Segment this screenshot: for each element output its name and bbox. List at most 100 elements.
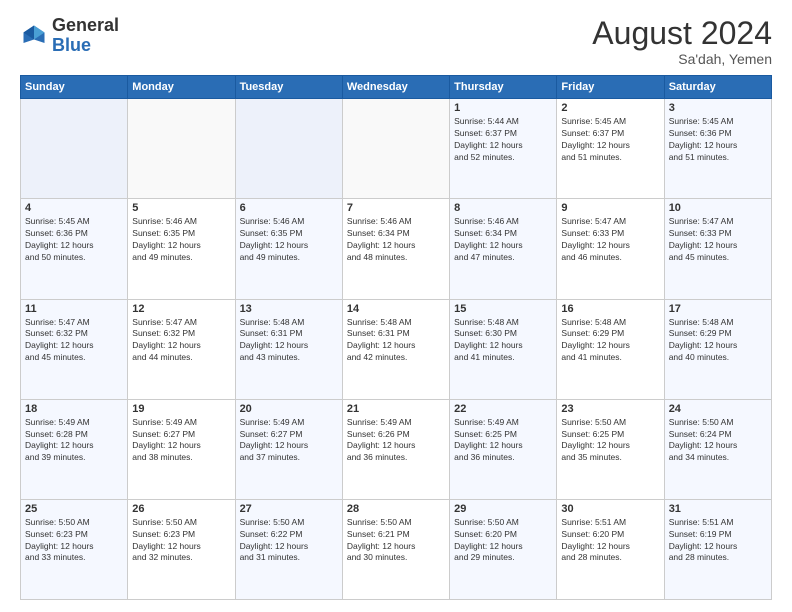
calendar-cell [235, 99, 342, 199]
calendar-week-row: 11 Sunrise: 5:47 AM Sunset: 6:32 PM Dayli… [21, 299, 772, 399]
header: General Blue August 2024 Sa'dah, Yemen [20, 16, 772, 67]
calendar-cell: 23 Sunrise: 5:50 AM Sunset: 6:25 PM Dayli… [557, 399, 664, 499]
day-number: 21 [347, 403, 445, 415]
calendar-week-row: 4 Sunrise: 5:45 AM Sunset: 6:36 PM Daylig… [21, 199, 772, 299]
calendar-cell: 30 Sunrise: 5:51 AM Sunset: 6:20 PM Dayli… [557, 499, 664, 599]
day-number: 12 [132, 303, 230, 315]
calendar-cell: 15 Sunrise: 5:48 AM Sunset: 6:30 PM Dayli… [450, 299, 557, 399]
day-info: Sunrise: 5:50 AM Sunset: 6:22 PM Dayligh… [240, 517, 338, 565]
day-info: Sunrise: 5:46 AM Sunset: 6:35 PM Dayligh… [132, 216, 230, 264]
calendar-day-header: Friday [557, 76, 664, 99]
calendar-cell: 11 Sunrise: 5:47 AM Sunset: 6:32 PM Dayli… [21, 299, 128, 399]
day-info: Sunrise: 5:49 AM Sunset: 6:27 PM Dayligh… [240, 417, 338, 465]
calendar-cell: 7 Sunrise: 5:46 AM Sunset: 6:34 PM Daylig… [342, 199, 449, 299]
calendar-cell: 26 Sunrise: 5:50 AM Sunset: 6:23 PM Dayli… [128, 499, 235, 599]
day-number: 30 [561, 503, 659, 515]
calendar-header-row: SundayMondayTuesdayWednesdayThursdayFrid… [21, 76, 772, 99]
day-number: 23 [561, 403, 659, 415]
calendar-cell: 16Sunrise: 5:48 AM Sunset: 6:29 PM Dayli… [557, 299, 664, 399]
day-info: Sunrise: 5:47 AM Sunset: 6:33 PM Dayligh… [669, 216, 767, 264]
day-info: Sunrise: 5:50 AM Sunset: 6:23 PM Dayligh… [25, 517, 123, 565]
day-info: Sunrise: 5:44 AM Sunset: 6:37 PM Dayligh… [454, 116, 552, 164]
title-block: August 2024 Sa'dah, Yemen [592, 16, 772, 67]
day-info: Sunrise: 5:45 AM Sunset: 6:37 PM Dayligh… [561, 116, 659, 164]
day-info: Sunrise: 5:47 AM Sunset: 6:32 PM Dayligh… [132, 317, 230, 365]
location-subtitle: Sa'dah, Yemen [592, 51, 772, 67]
day-number: 5 [132, 202, 230, 214]
calendar-cell [21, 99, 128, 199]
day-info: Sunrise: 5:50 AM Sunset: 6:21 PM Dayligh… [347, 517, 445, 565]
day-number: 7 [347, 202, 445, 214]
day-info: Sunrise: 5:45 AM Sunset: 6:36 PM Dayligh… [25, 216, 123, 264]
day-info: Sunrise: 5:45 AM Sunset: 6:36 PM Dayligh… [669, 116, 767, 164]
calendar-cell: 1 Sunrise: 5:44 AM Sunset: 6:37 PM Daylig… [450, 99, 557, 199]
day-number: 24 [669, 403, 767, 415]
calendar-cell: 4 Sunrise: 5:45 AM Sunset: 6:36 PM Daylig… [21, 199, 128, 299]
day-info: Sunrise: 5:49 AM Sunset: 6:26 PM Dayligh… [347, 417, 445, 465]
calendar-day-header: Saturday [664, 76, 771, 99]
calendar-day-header: Thursday [450, 76, 557, 99]
day-number: 14 [347, 303, 445, 315]
day-info: Sunrise: 5:47 AM Sunset: 6:32 PM Dayligh… [25, 317, 123, 365]
day-number: 10 [669, 202, 767, 214]
day-number: 1 [454, 102, 552, 114]
day-number: 17 [669, 303, 767, 315]
calendar-week-row: 1 Sunrise: 5:44 AM Sunset: 6:37 PM Daylig… [21, 99, 772, 199]
day-number: 18 [25, 403, 123, 415]
day-info: Sunrise: 5:50 AM Sunset: 6:23 PM Dayligh… [132, 517, 230, 565]
day-number: 11 [25, 303, 123, 315]
month-title: August 2024 [592, 16, 772, 51]
calendar-day-header: Tuesday [235, 76, 342, 99]
day-number: 16 [561, 303, 659, 315]
day-info: Sunrise: 5:49 AM Sunset: 6:25 PM Dayligh… [454, 417, 552, 465]
calendar-cell: 13Sunrise: 5:48 AM Sunset: 6:31 PM Dayli… [235, 299, 342, 399]
day-info: Sunrise: 5:51 AM Sunset: 6:20 PM Dayligh… [561, 517, 659, 565]
day-info: Sunrise: 5:50 AM Sunset: 6:20 PM Dayligh… [454, 517, 552, 565]
day-info: Sunrise: 5:48 AM Sunset: 6:29 PM Dayligh… [669, 317, 767, 365]
day-info: Sunrise: 5:47 AM Sunset: 6:33 PM Dayligh… [561, 216, 659, 264]
day-info: Sunrise: 5:49 AM Sunset: 6:28 PM Dayligh… [25, 417, 123, 465]
day-number: 27 [240, 503, 338, 515]
day-info: Sunrise: 5:50 AM Sunset: 6:25 PM Dayligh… [561, 417, 659, 465]
calendar-cell: 18 Sunrise: 5:49 AM Sunset: 6:28 PM Dayli… [21, 399, 128, 499]
day-number: 6 [240, 202, 338, 214]
logo: General Blue [20, 16, 119, 56]
day-number: 22 [454, 403, 552, 415]
calendar-cell: 27 Sunrise: 5:50 AM Sunset: 6:22 PM Dayli… [235, 499, 342, 599]
calendar-cell: 9Sunrise: 5:47 AM Sunset: 6:33 PM Daylig… [557, 199, 664, 299]
calendar-cell: 21 Sunrise: 5:49 AM Sunset: 6:26 PM Dayli… [342, 399, 449, 499]
day-info: Sunrise: 5:51 AM Sunset: 6:19 PM Dayligh… [669, 517, 767, 565]
calendar-cell: 31 Sunrise: 5:51 AM Sunset: 6:19 PM Dayli… [664, 499, 771, 599]
logo-general: General [52, 15, 119, 35]
calendar-cell: 8Sunrise: 5:46 AM Sunset: 6:34 PM Daylig… [450, 199, 557, 299]
day-number: 15 [454, 303, 552, 315]
calendar-cell: 12 Sunrise: 5:47 AM Sunset: 6:32 PM Dayli… [128, 299, 235, 399]
calendar-day-header: Sunday [21, 76, 128, 99]
day-number: 4 [25, 202, 123, 214]
day-number: 2 [561, 102, 659, 114]
calendar-week-row: 25 Sunrise: 5:50 AM Sunset: 6:23 PM Dayli… [21, 499, 772, 599]
calendar-cell: 17 Sunrise: 5:48 AM Sunset: 6:29 PM Dayli… [664, 299, 771, 399]
day-info: Sunrise: 5:49 AM Sunset: 6:27 PM Dayligh… [132, 417, 230, 465]
logo-blue: Blue [52, 35, 91, 55]
calendar: SundayMondayTuesdayWednesdayThursdayFrid… [20, 75, 772, 600]
calendar-cell: 25 Sunrise: 5:50 AM Sunset: 6:23 PM Dayli… [21, 499, 128, 599]
day-number: 28 [347, 503, 445, 515]
calendar-cell [128, 99, 235, 199]
calendar-cell: 28 Sunrise: 5:50 AM Sunset: 6:21 PM Dayli… [342, 499, 449, 599]
day-number: 25 [25, 503, 123, 515]
calendar-cell: 19Sunrise: 5:49 AM Sunset: 6:27 PM Dayli… [128, 399, 235, 499]
calendar-cell: 6 Sunrise: 5:46 AM Sunset: 6:35 PM Daylig… [235, 199, 342, 299]
day-number: 26 [132, 503, 230, 515]
day-info: Sunrise: 5:46 AM Sunset: 6:35 PM Dayligh… [240, 216, 338, 264]
logo-text: General Blue [52, 16, 119, 56]
page: General Blue August 2024 Sa'dah, Yemen S… [0, 0, 792, 612]
day-number: 20 [240, 403, 338, 415]
calendar-cell: 10 Sunrise: 5:47 AM Sunset: 6:33 PM Dayli… [664, 199, 771, 299]
day-number: 29 [454, 503, 552, 515]
day-info: Sunrise: 5:46 AM Sunset: 6:34 PM Dayligh… [347, 216, 445, 264]
day-info: Sunrise: 5:48 AM Sunset: 6:30 PM Dayligh… [454, 317, 552, 365]
day-info: Sunrise: 5:48 AM Sunset: 6:31 PM Dayligh… [240, 317, 338, 365]
day-info: Sunrise: 5:48 AM Sunset: 6:31 PM Dayligh… [347, 317, 445, 365]
day-number: 31 [669, 503, 767, 515]
